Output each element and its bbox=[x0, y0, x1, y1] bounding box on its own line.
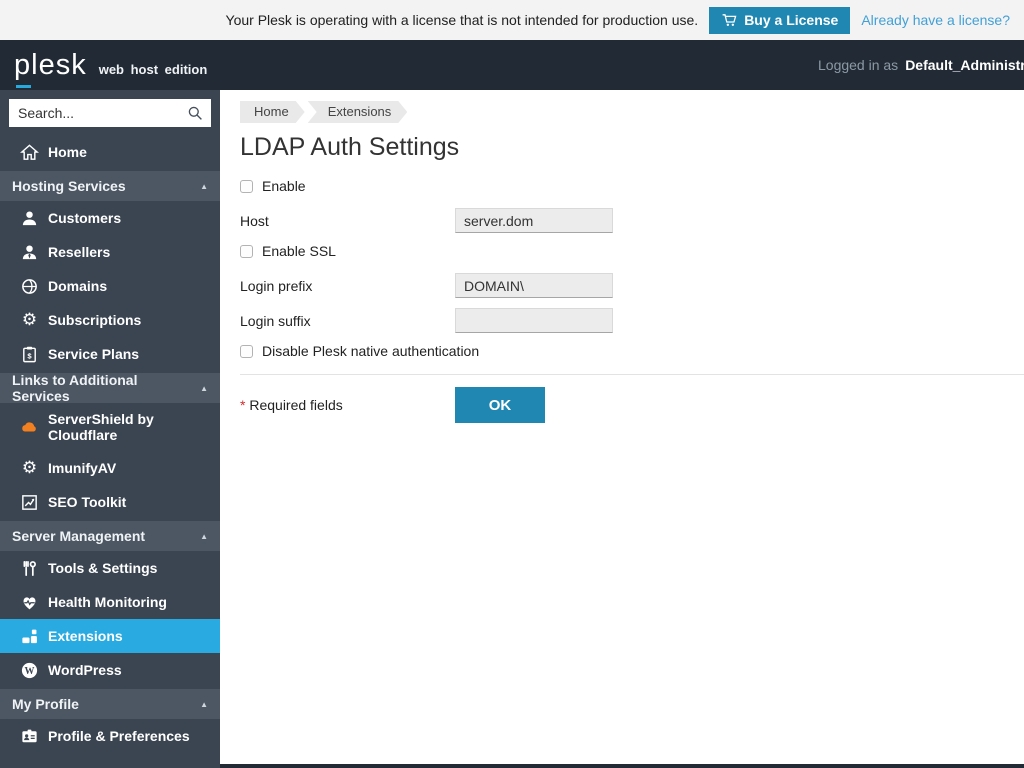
gear-icon: ⚙ bbox=[20, 311, 39, 330]
wordpress-icon: W bbox=[20, 661, 39, 680]
cart-icon bbox=[721, 12, 737, 28]
submit-row: * Required fields OK bbox=[240, 387, 1024, 423]
caret-up-icon: ▲ bbox=[200, 700, 208, 709]
login-suffix-label: Login suffix bbox=[240, 313, 455, 329]
login-prefix-label: Login prefix bbox=[240, 278, 455, 294]
username: Default_Administrator bbox=[905, 57, 1024, 73]
sidebar-item-imunifyav[interactable]: ⚙ ImunifyAV bbox=[0, 451, 220, 485]
login-prefix-row: Login prefix bbox=[240, 273, 1024, 298]
user-tie-icon bbox=[20, 243, 39, 262]
sidebar-item-seo-toolkit[interactable]: SEO Toolkit bbox=[0, 485, 220, 519]
clipboard-icon: $ bbox=[20, 345, 39, 364]
breadcrumb: Home Extensions bbox=[240, 101, 1024, 123]
sidebar-section-my-profile[interactable]: My Profile ▲ bbox=[0, 689, 220, 719]
id-card-icon bbox=[20, 727, 39, 746]
sidebar-item-tools-settings[interactable]: Tools & Settings bbox=[0, 551, 220, 585]
svg-text:W: W bbox=[25, 665, 35, 676]
svg-text:$: $ bbox=[27, 351, 32, 360]
sidebar-search bbox=[0, 90, 220, 127]
enable-row: Enable bbox=[240, 178, 1024, 194]
sidebar-item-servershield[interactable]: ServerShield by Cloudflare bbox=[0, 403, 220, 451]
license-message: Your Plesk is operating with a license t… bbox=[226, 12, 699, 28]
required-asterisk: * bbox=[240, 397, 245, 413]
sidebar-nav: Home Hosting Services ▲ Customers Resell… bbox=[0, 135, 220, 753]
enable-ssl-row: Enable SSL bbox=[240, 243, 1024, 259]
disable-native-auth-row: Disable Plesk native authentication bbox=[240, 343, 1024, 359]
ok-button[interactable]: OK bbox=[455, 387, 545, 423]
sidebar-item-wordpress[interactable]: W WordPress bbox=[0, 653, 220, 687]
search-icon[interactable] bbox=[187, 105, 203, 121]
chart-icon bbox=[20, 493, 39, 512]
blocks-icon bbox=[20, 627, 39, 646]
buy-license-button[interactable]: Buy a License bbox=[709, 7, 850, 34]
sidebar-item-service-plans[interactable]: $ Service Plans bbox=[0, 337, 220, 371]
heart-pulse-icon bbox=[20, 593, 39, 612]
sidebar-item-extensions[interactable]: Extensions bbox=[0, 619, 220, 653]
disable-native-auth-label[interactable]: Disable Plesk native authentication bbox=[262, 343, 479, 359]
sidebar-item-home[interactable]: Home bbox=[0, 135, 220, 169]
main-content: Home Extensions LDAP Auth Settings Enabl… bbox=[220, 90, 1024, 764]
gear-icon: ⚙ bbox=[20, 459, 39, 478]
host-row: Host bbox=[240, 208, 1024, 233]
license-banner: Your Plesk is operating with a license t… bbox=[0, 0, 1024, 40]
login-prefix-input[interactable] bbox=[455, 273, 613, 298]
sidebar-item-customers[interactable]: Customers bbox=[0, 201, 220, 235]
already-have-license-link[interactable]: Already have a license? bbox=[861, 12, 1010, 28]
app-header: plesk web host edition Logged in as Defa… bbox=[0, 40, 1024, 90]
host-label: Host bbox=[240, 213, 455, 229]
disable-native-auth-checkbox[interactable] bbox=[240, 345, 253, 358]
tools-icon bbox=[20, 559, 39, 578]
sidebar-section-server-management[interactable]: Server Management ▲ bbox=[0, 521, 220, 551]
plesk-logo[interactable]: plesk web host edition bbox=[14, 51, 207, 80]
sidebar-section-links-additional-services[interactable]: Links to Additional Services ▲ bbox=[0, 373, 220, 403]
enable-ssl-label[interactable]: Enable SSL bbox=[262, 243, 336, 259]
enable-checkbox[interactable] bbox=[240, 180, 253, 193]
login-suffix-input[interactable] bbox=[455, 308, 613, 333]
home-icon bbox=[20, 143, 39, 162]
edition-label: web host edition bbox=[99, 62, 208, 77]
buy-license-label: Buy a License bbox=[744, 12, 838, 28]
sidebar-item-health-monitoring[interactable]: Health Monitoring bbox=[0, 585, 220, 619]
breadcrumb-extensions[interactable]: Extensions bbox=[308, 101, 408, 123]
sidebar-item-profile-preferences[interactable]: Profile & Preferences bbox=[0, 719, 220, 753]
page-title: LDAP Auth Settings bbox=[240, 133, 1024, 162]
caret-up-icon: ▲ bbox=[200, 182, 208, 191]
sidebar: Home Hosting Services ▲ Customers Resell… bbox=[0, 90, 220, 768]
sidebar-item-domains[interactable]: Domains bbox=[0, 269, 220, 303]
form-divider bbox=[240, 374, 1024, 375]
search-input[interactable] bbox=[9, 99, 211, 127]
enable-label[interactable]: Enable bbox=[262, 178, 306, 194]
logged-in-user[interactable]: Logged in as Default_Administrator bbox=[818, 40, 1024, 90]
globe-icon bbox=[20, 277, 39, 296]
cloud-icon bbox=[20, 418, 39, 437]
sidebar-item-resellers[interactable]: Resellers bbox=[0, 235, 220, 269]
user-icon bbox=[20, 209, 39, 228]
host-input[interactable] bbox=[455, 208, 613, 233]
caret-up-icon: ▲ bbox=[200, 532, 208, 541]
required-fields-note: * Required fields bbox=[240, 397, 455, 413]
caret-up-icon: ▲ bbox=[200, 384, 208, 393]
login-suffix-row: Login suffix bbox=[240, 308, 1024, 333]
plesk-logo-text: plesk bbox=[14, 51, 87, 80]
sidebar-section-hosting-services[interactable]: Hosting Services ▲ bbox=[0, 171, 220, 201]
enable-ssl-checkbox[interactable] bbox=[240, 245, 253, 258]
sidebar-item-subscriptions[interactable]: ⚙ Subscriptions bbox=[0, 303, 220, 337]
breadcrumb-home[interactable]: Home bbox=[240, 101, 305, 123]
logged-in-as-label: Logged in as bbox=[818, 57, 898, 73]
